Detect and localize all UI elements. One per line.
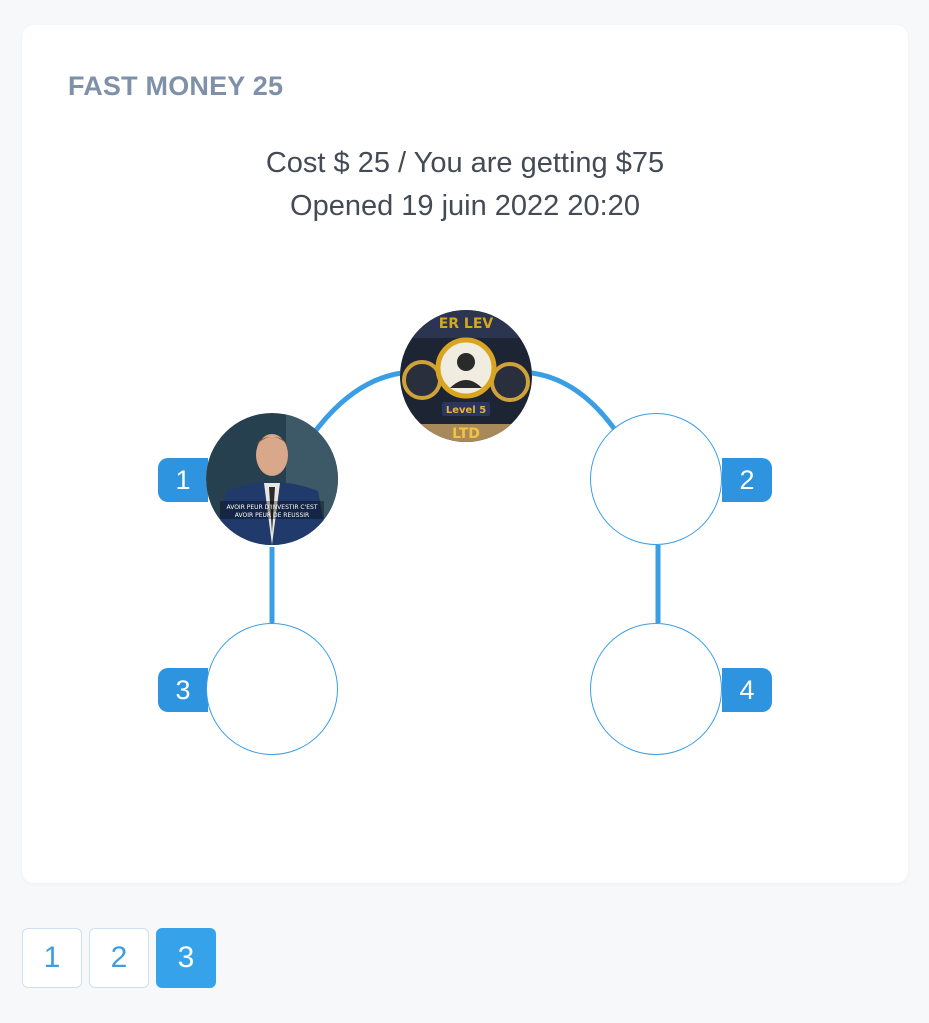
- page-button-1[interactable]: 1: [22, 928, 82, 988]
- connector-root-slot2: [529, 370, 623, 440]
- svg-text:LTD: LTD: [452, 426, 480, 442]
- pagination: 1 2 3: [22, 928, 216, 988]
- connector-root-slot1: [308, 370, 405, 440]
- slot-4-empty[interactable]: [590, 623, 722, 755]
- slot-3-badge: 3: [158, 668, 208, 712]
- slot-4-badge: 4: [722, 668, 772, 712]
- svg-text:AVOIR PEUR DE REUSSIR: AVOIR PEUR DE REUSSIR: [235, 512, 309, 519]
- tree-connectors: [269, 370, 661, 623]
- slot-2-empty[interactable]: [590, 413, 722, 545]
- page-button-2[interactable]: 2: [89, 928, 149, 988]
- matrix-card: FAST MONEY 25 Cost $ 25 / You are gettin…: [22, 25, 908, 883]
- level-5-banner-icon: ER LEV Level 5 LTD: [400, 310, 532, 442]
- svg-text:Level 5: Level 5: [446, 405, 486, 416]
- page-button-3[interactable]: 3: [156, 928, 216, 988]
- slot-1-avatar[interactable]: AVOIR PEUR D'INVESTIR C'EST AVOIR PEUR D…: [206, 413, 338, 545]
- slot-1-badge: 1: [158, 458, 208, 502]
- svg-text:AVOIR PEUR D'INVESTIR C'EST: AVOIR PEUR D'INVESTIR C'EST: [226, 504, 317, 511]
- man-in-suit-avatar-icon: AVOIR PEUR D'INVESTIR C'EST AVOIR PEUR D…: [206, 413, 338, 545]
- slot-3-empty[interactable]: [206, 623, 338, 755]
- svg-text:ER LEV: ER LEV: [439, 316, 494, 332]
- slot-2-badge: 2: [722, 458, 772, 502]
- root-avatar[interactable]: ER LEV Level 5 LTD: [400, 310, 532, 442]
